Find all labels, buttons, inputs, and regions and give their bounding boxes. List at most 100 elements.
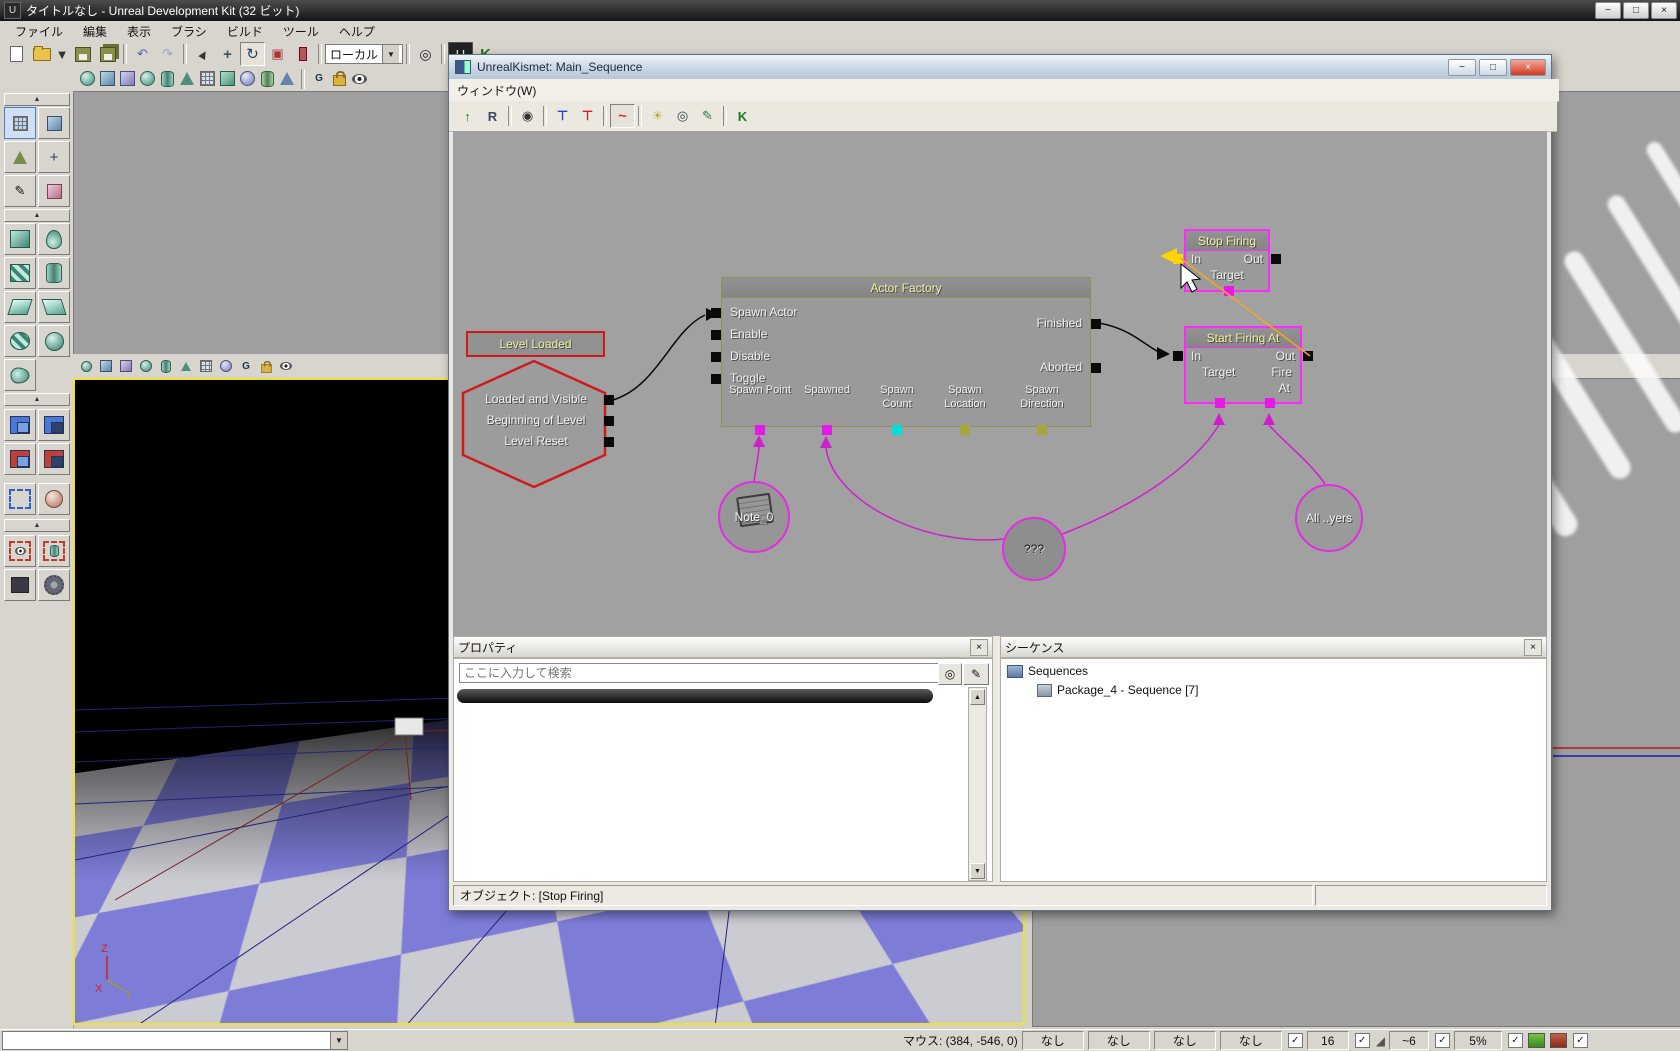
cylinder2-icon[interactable] <box>258 71 276 87</box>
sphere-icon[interactable] <box>138 71 156 87</box>
output-connector[interactable] <box>604 437 614 447</box>
brush-sheet-button[interactable] <box>4 291 36 323</box>
property-category-bar[interactable] <box>457 689 933 703</box>
input-connector[interactable] <box>711 330 721 340</box>
realtime-checkbox[interactable]: ✓ <box>1573 1033 1588 1048</box>
grid-icon[interactable] <box>198 71 216 87</box>
scale-snap-value[interactable]: 5% <box>1454 1031 1502 1050</box>
brush-curved-button[interactable] <box>38 223 70 255</box>
properties-close-icon[interactable]: × <box>970 639 988 656</box>
brush-plane-button[interactable] <box>38 291 70 323</box>
cube-icon[interactable] <box>117 358 135 374</box>
menu-view[interactable]: 表示 <box>118 21 160 42</box>
camera-mode-button[interactable] <box>4 107 36 139</box>
variable-node-note[interactable]: Note_0 <box>718 481 790 553</box>
open-kismet-button[interactable]: K <box>730 104 755 128</box>
grid-size-value[interactable]: 16 <box>1307 1031 1349 1050</box>
brush-stairs-button[interactable] <box>4 257 36 289</box>
csg-add-button[interactable] <box>4 409 36 441</box>
sphere-icon[interactable] <box>137 358 155 374</box>
input-connector[interactable] <box>711 308 721 318</box>
cube-icon[interactable] <box>97 358 115 374</box>
curved-connections-toggle[interactable]: ~ <box>610 104 635 128</box>
lock-icon[interactable] <box>330 71 348 87</box>
camera-speed-icon[interactable] <box>78 71 96 87</box>
open-dropdown-button[interactable]: ▼ <box>54 42 70 66</box>
grid-icon[interactable] <box>197 358 215 374</box>
input-connector[interactable] <box>711 352 721 362</box>
joystick-icon[interactable] <box>77 358 95 374</box>
translate-widget-button[interactable]: + <box>38 141 70 173</box>
group-toggle-button[interactable]: G <box>237 358 255 374</box>
kismet-maximize-button[interactable]: □ <box>1479 59 1507 76</box>
sphere2-icon[interactable] <box>217 358 235 374</box>
group-toggle-button[interactable]: G <box>310 71 328 87</box>
variable-connector-spawn-direction[interactable] <box>1037 425 1047 435</box>
scale-snap-checkbox[interactable]: ✓ <box>1435 1033 1450 1048</box>
action-node-actor-factory[interactable]: Actor Factory Spawn Actor Enable Disable… <box>721 277 1091 427</box>
sidebar-expander[interactable]: ▲ <box>4 519 70 532</box>
add-volume-button[interactable] <box>38 483 70 515</box>
csg-deintersect-button[interactable] <box>38 443 70 475</box>
new-file-button[interactable] <box>4 42 29 66</box>
output-connector[interactable] <box>604 395 614 405</box>
menu-brush[interactable]: ブラシ <box>162 21 216 42</box>
action-node-start-firing-at[interactable]: Start Firing At In Out Target Fire At <box>1184 326 1302 404</box>
tree-item-package[interactable]: Package_4 - Sequence [7] <box>1037 683 1198 697</box>
cone-icon[interactable] <box>178 71 196 87</box>
event-node-level-loaded-title[interactable]: Level Loaded <box>466 331 605 357</box>
output-connector[interactable] <box>1091 363 1101 373</box>
variable-connector-spawn-point[interactable] <box>755 425 765 435</box>
lock-icon[interactable] <box>257 358 275 374</box>
kismet-graph-canvas[interactable]: Level Loaded Loaded and Visible Beginnin… <box>453 131 1547 636</box>
hide-unused-connectors-button[interactable]: ◉ <box>515 104 540 128</box>
realtime-debugging-button[interactable]: ☀ <box>645 104 670 128</box>
search-icon-button[interactable]: ◎ <box>938 663 962 685</box>
minimize-button[interactable]: − <box>1595 2 1621 19</box>
scale-tool-button[interactable]: ▣ <box>265 42 290 66</box>
variable-connector-spawn-count[interactable] <box>892 425 902 435</box>
autosave-checkbox[interactable]: ✓ <box>1508 1033 1523 1048</box>
sidebar-expander[interactable]: ▲ <box>4 393 70 406</box>
input-connector[interactable] <box>1173 351 1183 361</box>
rename-button[interactable]: R <box>480 104 505 128</box>
bottom-combo[interactable]: ▼ <box>2 1031 348 1050</box>
save-button[interactable] <box>70 42 95 66</box>
variable-node-unknown[interactable]: ??? <box>1002 517 1066 581</box>
rotate-tool-button[interactable]: ↻ <box>240 42 265 66</box>
brush-cube-button[interactable] <box>4 223 36 255</box>
autosave-status-icon[interactable] <box>1528 1033 1545 1048</box>
sequences-close-icon[interactable]: × <box>1524 639 1542 656</box>
widget-dark-button[interactable] <box>4 569 36 601</box>
scroll-down-button[interactable]: ▼ <box>970 863 985 879</box>
open-file-button[interactable] <box>29 42 54 66</box>
scroll-up-button[interactable]: ▲ <box>970 689 985 705</box>
settings-gear-button[interactable] <box>38 569 70 601</box>
eye-icon[interactable] <box>277 358 295 374</box>
tree-item-sequences[interactable]: Sequences <box>1007 664 1088 678</box>
close-button[interactable]: × <box>1651 2 1677 19</box>
redo-button[interactable]: ↷ <box>155 42 180 66</box>
variable-connector-target[interactable] <box>1224 286 1234 296</box>
geometry-mode-button[interactable] <box>38 107 70 139</box>
eye-icon[interactable] <box>350 71 368 87</box>
brush-spiral-stairs-button[interactable] <box>4 325 36 357</box>
variable-node-all-players[interactable]: All ..yers <box>1295 484 1363 552</box>
variable-connector-spawn-location[interactable] <box>960 425 970 435</box>
menu-edit[interactable]: 編集 <box>74 21 116 42</box>
kismet-close-button[interactable]: × <box>1510 59 1546 76</box>
parent-sequence-button[interactable]: ↑ <box>455 104 480 128</box>
grid-snap-checkbox[interactable]: ✓ <box>1288 1033 1303 1048</box>
csg-intersect-button[interactable] <box>4 443 36 475</box>
output-connector[interactable] <box>1271 254 1281 264</box>
source-control-status-icon[interactable] <box>1550 1033 1567 1048</box>
menu-tools[interactable]: ツール <box>274 21 328 42</box>
cube3-icon[interactable] <box>218 71 236 87</box>
maximize-button[interactable]: □ <box>1623 2 1649 19</box>
kismet-minimize-button[interactable]: − <box>1448 59 1476 76</box>
properties-search-input[interactable] <box>459 663 939 683</box>
angle-snap-value[interactable]: ~6 <box>1389 1031 1429 1050</box>
brush-curved-stairs-button[interactable] <box>4 359 36 391</box>
properties-scrollbar[interactable]: ▲ ▼ <box>968 687 987 881</box>
coordinate-system-combo[interactable]: ローカル ▼ <box>325 44 403 64</box>
